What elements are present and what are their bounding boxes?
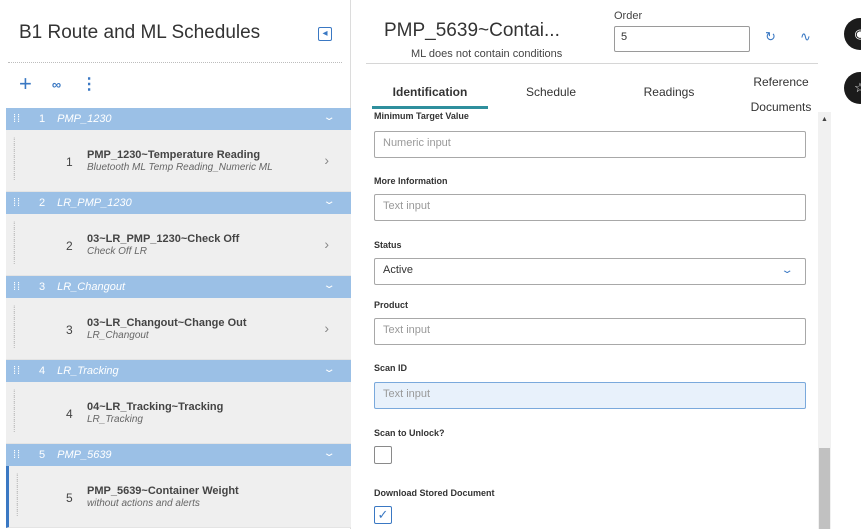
scan-id-label: Scan ID xyxy=(374,363,408,373)
scan-id-input[interactable]: Text input xyxy=(374,382,806,409)
download-doc-checkbox[interactable]: ✓ xyxy=(374,506,392,524)
tab-schedule[interactable]: Schedule xyxy=(506,85,596,99)
more-info-input[interactable]: Text input xyxy=(374,194,806,221)
item-subtitle: LR_Tracking xyxy=(87,414,143,425)
group-number: 3 xyxy=(39,281,46,293)
page-title: PMP_5639~Contai... xyxy=(384,20,560,41)
drag-handle-icon[interactable]: ⁞ ⁞ ⁞ ⁞ ⁞ ⁞ ⁞ xyxy=(13,305,21,350)
group-header-lr-changout[interactable]: ⁞⁞ 3 LR_Changout ⌄ xyxy=(6,276,351,298)
list-item[interactable]: ⁞ ⁞ ⁞ ⁞ ⁞ ⁞ ⁞ 3 03~LR_Changout~Change Out LR_C… xyxy=(6,298,351,360)
item-title: PMP_5639~Container Weight xyxy=(87,485,239,497)
collapse-panel-icon[interactable]: ◂ xyxy=(318,27,332,41)
divider xyxy=(8,62,342,63)
chevron-down-icon: ⌄ xyxy=(780,265,794,276)
route-list-panel: B1 Route and ML Schedules ◂ + ∞ ⋮ ⁞⁞ 1 P… xyxy=(0,0,351,529)
item-number: 5 xyxy=(66,491,73,505)
group-name: LR_Tracking xyxy=(57,365,119,377)
chevron-right-icon[interactable]: › xyxy=(324,236,329,252)
drag-handle-icon[interactable]: ⁞ ⁞ ⁞ ⁞ ⁞ ⁞ ⁞ xyxy=(16,473,24,518)
group-number: 4 xyxy=(39,365,46,377)
drag-handle-icon[interactable]: ⁞⁞ xyxy=(13,450,25,461)
divider xyxy=(366,63,818,64)
app-root: B1 Route and ML Schedules ◂ + ∞ ⋮ ⁞⁞ 1 P… xyxy=(0,0,861,529)
tab-label-line1: Reference xyxy=(753,75,809,89)
chevron-down-icon[interactable]: ⌄ xyxy=(322,448,335,459)
drag-handle-icon[interactable]: ⁞ ⁞ ⁞ ⁞ ⁞ ⁞ ⁞ xyxy=(13,221,21,266)
chevron-down-icon[interactable]: ⌄ xyxy=(322,196,335,207)
scroll-up-icon[interactable]: ▲ xyxy=(821,116,828,123)
item-title: 03~LR_PMP_1230~Check Off xyxy=(87,233,240,245)
tab-identification[interactable]: Identification xyxy=(372,85,488,99)
item-number: 2 xyxy=(66,239,73,253)
item-number: 4 xyxy=(66,407,73,421)
more-info-label: More Information xyxy=(374,176,448,186)
group-header-lr-pmp-1230[interactable]: ⁞⁞ 2 LR_PMP_1230 ⌄ xyxy=(6,192,351,214)
product-label: Product xyxy=(374,300,409,310)
list-item[interactable]: ⁞ ⁞ ⁞ ⁞ ⁞ ⁞ ⁞ 2 03~LR_PMP_1230~Check Off Check… xyxy=(6,214,351,276)
scan-unlock-label: Scan to Unlock? xyxy=(374,428,445,438)
scroll-thumb[interactable] xyxy=(819,448,830,529)
group-header-pmp-1230[interactable]: ⁞⁞ 1 PMP_1230 ⌄ xyxy=(6,108,351,130)
item-title: 04~LR_Tracking~Tracking xyxy=(87,401,224,413)
item-subtitle: Check Off LR xyxy=(87,246,148,257)
identification-form: Minimum Target Value Numeric input More … xyxy=(366,110,816,529)
chevron-right-icon[interactable]: › xyxy=(324,152,329,168)
trend-chart-icon[interactable]: ∿ xyxy=(800,29,811,45)
item-subtitle: LR_Changout xyxy=(87,330,149,341)
eye-icon-button[interactable]: ◉ xyxy=(844,18,861,50)
min-target-input[interactable]: Numeric input xyxy=(374,131,806,158)
form-scrollbar[interactable]: ▲ xyxy=(818,112,831,529)
order-label: Order xyxy=(614,10,643,22)
item-title: PMP_1230~Temperature Reading xyxy=(87,149,261,161)
group-name: PMP_5639 xyxy=(57,449,112,461)
active-tab-indicator xyxy=(372,106,488,109)
product-input[interactable]: Text input xyxy=(374,318,806,345)
order-input[interactable]: 5 xyxy=(614,26,750,52)
list-toolbar: + ∞ ⋮ xyxy=(19,73,97,95)
chevron-down-icon[interactable]: ⌄ xyxy=(322,364,335,375)
download-doc-label: Download Stored Document xyxy=(374,488,495,498)
chevron-down-icon[interactable]: ⌄ xyxy=(322,280,335,291)
group-header-pmp-5639[interactable]: ⁞⁞ 5 PMP_5639 ⌄ xyxy=(6,444,351,466)
drag-handle-icon[interactable]: ⁞⁞ xyxy=(13,198,25,209)
group-name: LR_Changout xyxy=(57,281,126,293)
group-name: LR_PMP_1230 xyxy=(57,197,132,209)
chevron-down-icon[interactable]: ⌄ xyxy=(322,112,335,123)
drag-handle-icon[interactable]: ⁞⁞ xyxy=(13,114,25,125)
tab-readings[interactable]: Readings xyxy=(624,85,714,99)
more-options-icon[interactable]: ⋮ xyxy=(81,74,97,94)
item-subtitle: Bluetooth ML Temp Reading_Numeric ML xyxy=(87,162,273,173)
group-header-lr-tracking[interactable]: ⁞⁞ 4 LR_Tracking ⌄ xyxy=(6,360,351,382)
scan-unlock-checkbox[interactable] xyxy=(374,446,392,464)
group-number: 5 xyxy=(39,449,46,461)
pin-icon-button[interactable]: ☆ xyxy=(844,72,861,104)
drag-handle-icon[interactable]: ⁞⁞ xyxy=(13,282,25,293)
group-number: 1 xyxy=(39,113,46,125)
refresh-icon[interactable]: ↻ xyxy=(765,29,776,45)
item-number: 1 xyxy=(66,155,73,169)
list-item[interactable]: ⁞ ⁞ ⁞ ⁞ ⁞ ⁞ ⁞ 1 PMP_1230~Temperature Reading B… xyxy=(6,130,351,192)
status-select[interactable]: Active ⌄ xyxy=(374,258,806,285)
group-number: 2 xyxy=(39,197,46,209)
item-subtitle: without actions and alerts xyxy=(87,498,200,509)
list-item-selected[interactable]: ⁞ ⁞ ⁞ ⁞ ⁞ ⁞ ⁞ 5 PMP_5639~Container Weight with… xyxy=(6,466,351,528)
drag-handle-icon[interactable]: ⁞ ⁞ ⁞ ⁞ ⁞ ⁞ ⁞ xyxy=(13,389,21,434)
item-title: 03~LR_Changout~Change Out xyxy=(87,317,247,329)
tab-bar: Identification Schedule Readings Referen… xyxy=(366,66,818,114)
binoculars-search-icon[interactable]: ∞ xyxy=(52,77,61,92)
min-target-label: Minimum Target Value xyxy=(374,111,469,121)
page-subtitle: ML does not contain conditions xyxy=(411,48,563,60)
drag-handle-icon[interactable]: ⁞⁞ xyxy=(13,366,25,377)
chevron-right-icon[interactable]: › xyxy=(324,320,329,336)
status-value: Active xyxy=(383,264,413,276)
add-icon[interactable]: + xyxy=(19,73,32,95)
panel-title: B1 Route and ML Schedules xyxy=(19,22,261,43)
item-number: 3 xyxy=(66,323,73,337)
group-name: PMP_1230 xyxy=(57,113,112,125)
status-label: Status xyxy=(374,240,402,250)
list-item[interactable]: ⁞ ⁞ ⁞ ⁞ ⁞ ⁞ ⁞ 4 04~LR_Tracking~Tracking LR_Tra… xyxy=(6,382,351,444)
drag-handle-icon[interactable]: ⁞ ⁞ ⁞ ⁞ ⁞ ⁞ ⁞ xyxy=(13,137,21,182)
route-list: ⁞⁞ 1 PMP_1230 ⌄ ⁞ ⁞ ⁞ ⁞ ⁞ ⁞ ⁞ 1 PMP_1230~Tempe… xyxy=(6,108,351,528)
